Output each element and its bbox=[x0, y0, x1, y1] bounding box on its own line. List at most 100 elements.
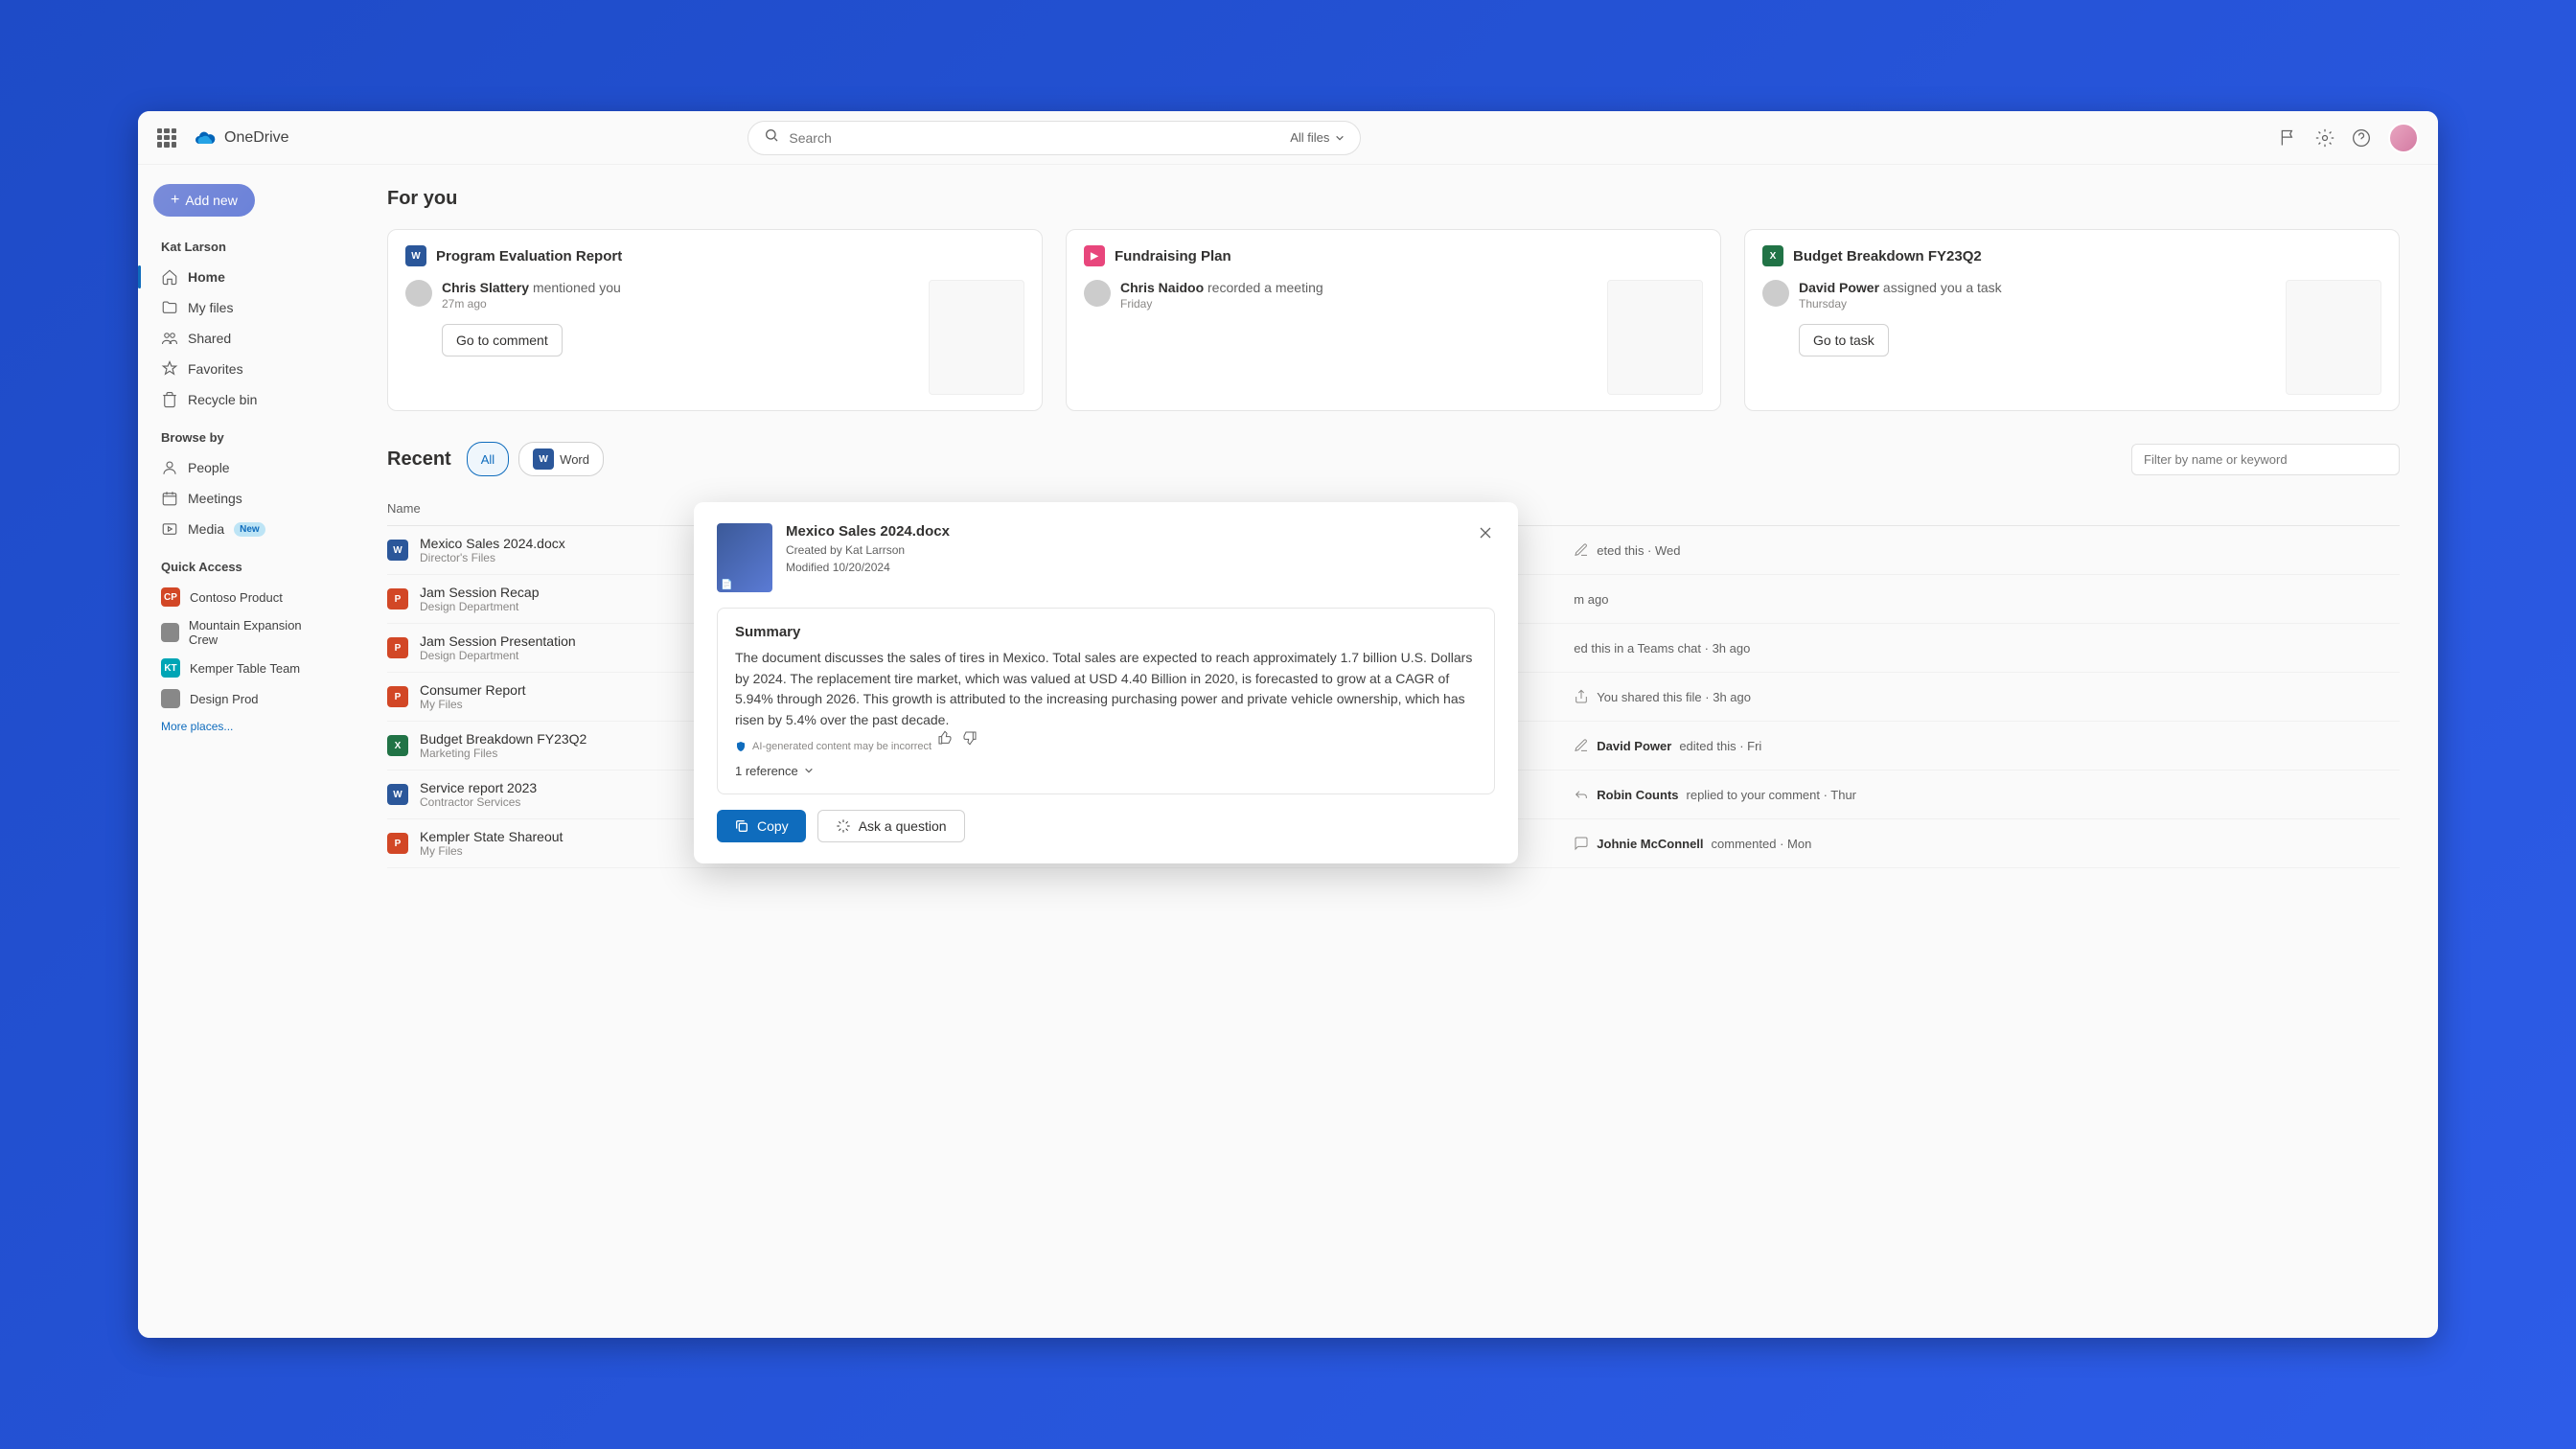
sidebar-item-media[interactable]: MediaNew bbox=[153, 514, 334, 544]
file-location: Director's Files bbox=[420, 551, 565, 564]
nav-icon bbox=[161, 268, 178, 286]
file-name: Budget Breakdown FY23Q2 bbox=[420, 731, 586, 747]
filter-pill-all[interactable]: All bbox=[467, 442, 509, 476]
content-area: For you WProgram Evaluation Report Chris… bbox=[349, 165, 2438, 1338]
filter-pill-word[interactable]: WWord bbox=[518, 442, 604, 476]
search-input[interactable] bbox=[789, 130, 1280, 146]
recent-header: Recent All WWord bbox=[387, 442, 2400, 476]
nav-icon bbox=[161, 299, 178, 316]
sidebar-item-shared[interactable]: Shared bbox=[153, 323, 334, 354]
sidebar-item-my-files[interactable]: My files bbox=[153, 292, 334, 323]
search-box[interactable]: All files bbox=[748, 121, 1361, 155]
quick-access-item[interactable]: CPContoso Product bbox=[153, 582, 334, 612]
share-icon bbox=[1574, 689, 1589, 704]
references-toggle[interactable]: 1 reference bbox=[735, 764, 1477, 778]
card-thumbnail bbox=[1607, 280, 1703, 395]
brand-name: OneDrive bbox=[224, 129, 289, 147]
for-you-cards: WProgram Evaluation Report Chris Slatter… bbox=[387, 229, 2400, 411]
filter-pills: All WWord bbox=[467, 442, 604, 476]
user-avatar[interactable] bbox=[2388, 123, 2419, 153]
file-location: Contractor Services bbox=[420, 795, 537, 809]
file-name: Jam Session Recap bbox=[420, 585, 540, 600]
filter-input[interactable] bbox=[2131, 444, 2400, 475]
popover-actions: Copy Ask a question bbox=[717, 810, 1495, 842]
popover-created: Created by Kat Larrson bbox=[786, 541, 1462, 559]
chevron-down-icon bbox=[1335, 133, 1345, 143]
popover-title: Mexico Sales 2024.docx bbox=[786, 523, 1462, 540]
sidebar-item-people[interactable]: People bbox=[153, 452, 334, 483]
new-badge: New bbox=[234, 522, 265, 537]
for-you-card[interactable]: ▶ Fundraising Plan Chris Naidoo recorded … bbox=[1066, 229, 1721, 411]
top-actions bbox=[2279, 123, 2419, 153]
recent-title: Recent bbox=[387, 448, 451, 471]
shield-icon bbox=[735, 741, 747, 752]
settings-icon[interactable] bbox=[2315, 128, 2334, 148]
popover-thumbnail bbox=[717, 523, 772, 592]
card-title: Fundraising Plan bbox=[1115, 248, 1231, 264]
sidebar-item-meetings[interactable]: Meetings bbox=[153, 483, 334, 514]
more-places-link[interactable]: More places... bbox=[153, 714, 334, 739]
quick-access-item[interactable]: Mountain Expansion Crew bbox=[153, 612, 334, 653]
add-new-button[interactable]: + Add new bbox=[153, 184, 255, 217]
main-content: + Add new Kat Larson HomeMy filesSharedF… bbox=[138, 165, 2438, 1338]
nav-icon bbox=[161, 459, 178, 476]
file-location: My Files bbox=[420, 698, 526, 711]
brand: OneDrive bbox=[194, 129, 289, 147]
quick-access-label: Quick Access bbox=[161, 560, 334, 574]
col-activity-header bbox=[1574, 501, 2400, 516]
word-icon: W bbox=[387, 784, 408, 805]
file-activity: ed this in a Teams chat · 3h ago bbox=[1574, 641, 2400, 656]
ppt-icon: P bbox=[387, 833, 408, 854]
file-activity: Robin Counts replied to your comment · T… bbox=[1574, 787, 2400, 802]
thumbs-down-icon[interactable] bbox=[962, 730, 978, 746]
for-you-card[interactable]: WProgram Evaluation Report Chris Slatter… bbox=[387, 229, 1043, 411]
card-action-button[interactable]: Go to task bbox=[1799, 324, 1889, 356]
file-name: Service report 2023 bbox=[420, 780, 537, 795]
quick-access-item[interactable]: KTKemper Table Team bbox=[153, 653, 334, 683]
app-window: OneDrive All files + Add new Kat Larson … bbox=[138, 111, 2438, 1338]
card-thumbnail bbox=[929, 280, 1024, 395]
stream-icon: ▶ bbox=[1084, 245, 1105, 266]
browse-by-label: Browse by bbox=[161, 430, 334, 445]
word-icon: W bbox=[405, 245, 426, 266]
nav-icon bbox=[161, 360, 178, 378]
close-icon[interactable] bbox=[1476, 523, 1495, 542]
ppt-icon: P bbox=[387, 637, 408, 658]
sparkle-icon bbox=[836, 818, 851, 834]
word-icon: W bbox=[533, 448, 554, 470]
card-time: 27m ago bbox=[442, 297, 911, 310]
comment-icon bbox=[1574, 836, 1589, 851]
help-icon[interactable] bbox=[2352, 128, 2371, 148]
copy-button[interactable]: Copy bbox=[717, 810, 806, 842]
card-action-button[interactable]: Go to comment bbox=[442, 324, 563, 356]
file-name: Jam Session Presentation bbox=[420, 633, 576, 649]
person-avatar bbox=[1084, 280, 1111, 307]
search-scope-dropdown[interactable]: All files bbox=[1290, 130, 1345, 145]
summary-section: Summary The document discusses the sales… bbox=[717, 608, 1495, 794]
team-badge bbox=[161, 689, 180, 708]
reply-icon bbox=[1574, 787, 1589, 802]
nav-icon bbox=[161, 391, 178, 408]
app-launcher-icon[interactable] bbox=[157, 128, 176, 148]
card-time: Friday bbox=[1120, 297, 1590, 310]
team-badge: KT bbox=[161, 658, 180, 678]
quick-access-item[interactable]: Design Prod bbox=[153, 683, 334, 714]
ask-question-button[interactable]: Ask a question bbox=[817, 810, 965, 842]
file-activity: eted this · Wed bbox=[1574, 542, 2400, 558]
sidebar-item-home[interactable]: Home bbox=[153, 262, 334, 292]
file-name: Consumer Report bbox=[420, 682, 526, 698]
sidebar-item-recycle-bin[interactable]: Recycle bin bbox=[153, 384, 334, 415]
card-title: Budget Breakdown FY23Q2 bbox=[1793, 248, 1982, 264]
for-you-card[interactable]: XBudget Breakdown FY23Q2 David Power ass… bbox=[1744, 229, 2400, 411]
excel-icon: X bbox=[387, 735, 408, 756]
file-name: Kempler State Shareout bbox=[420, 829, 563, 844]
file-activity: m ago bbox=[1574, 592, 2400, 607]
card-activity: Chris Naidoo recorded a meeting bbox=[1120, 280, 1590, 295]
thumbs-up-icon[interactable] bbox=[937, 730, 953, 746]
for-you-title: For you bbox=[387, 188, 2400, 210]
flag-icon[interactable] bbox=[2279, 128, 2298, 148]
edit-icon bbox=[1574, 738, 1589, 753]
user-name-label: Kat Larson bbox=[161, 240, 334, 254]
sidebar-item-favorites[interactable]: Favorites bbox=[153, 354, 334, 384]
person-avatar bbox=[405, 280, 432, 307]
